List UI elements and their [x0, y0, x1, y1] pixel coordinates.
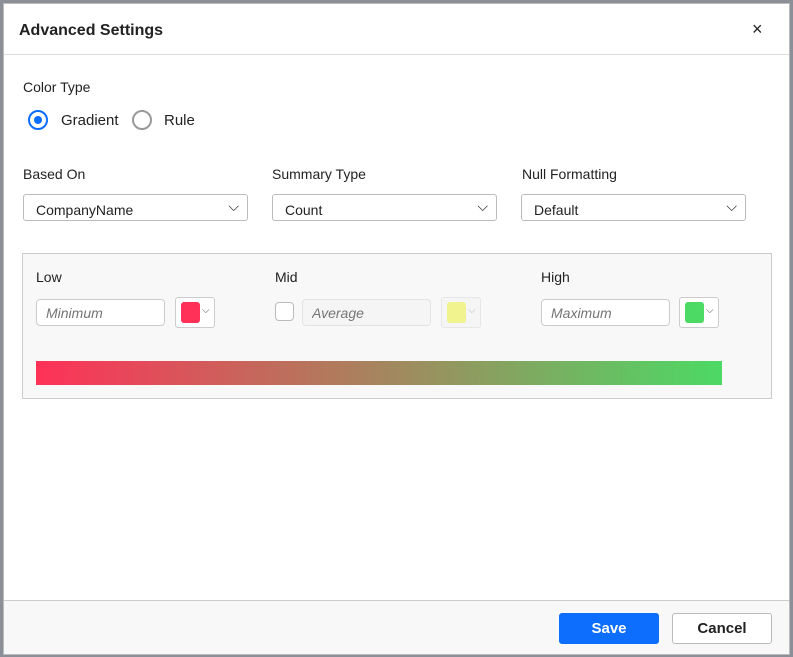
summary-type-label: Summary Type: [272, 166, 366, 182]
color-swatch: [181, 302, 200, 323]
high-color-picker[interactable]: ⌵: [679, 297, 719, 328]
dropdown-value: CompanyName: [36, 202, 134, 218]
null-formatting-dropdown[interactable]: Default ⌵: [521, 194, 746, 221]
gradient-preview-bar: [36, 361, 722, 385]
radio-label: Gradient: [61, 112, 119, 129]
high-label: High: [541, 269, 570, 285]
chevron-down-icon: ⌵: [726, 198, 737, 214]
mid-value-input[interactable]: [302, 299, 431, 326]
low-label: Low: [36, 269, 62, 285]
chevron-down-icon: ⌵: [202, 305, 210, 316]
summary-type-dropdown[interactable]: Count ⌵: [272, 194, 497, 221]
radio-button[interactable]: [28, 110, 48, 130]
color-swatch: [685, 302, 704, 323]
color-swatch: [447, 302, 466, 323]
gradient-panel: Low ⌵ Mid ⌵ High ⌵: [22, 253, 772, 399]
dialog-header: Advanced Settings ×: [4, 4, 789, 55]
radio-label: Rule: [164, 112, 195, 129]
advanced-settings-dialog: Advanced Settings × Color Type Gradient …: [3, 3, 790, 655]
mid-label: Mid: [275, 269, 298, 285]
chevron-down-icon: ⌵: [477, 198, 488, 214]
mid-color-picker[interactable]: ⌵: [441, 297, 481, 328]
save-button[interactable]: Save: [559, 613, 659, 644]
dialog-title: Advanced Settings: [19, 22, 164, 39]
color-type-label: Color Type: [23, 79, 91, 95]
cancel-button[interactable]: Cancel: [672, 613, 772, 644]
dropdown-value: Count: [285, 202, 323, 218]
chevron-down-icon: ⌵: [228, 198, 239, 214]
high-value-input[interactable]: [541, 299, 670, 326]
close-icon[interactable]: ×: [752, 19, 763, 40]
chevron-down-icon: ⌵: [468, 305, 476, 316]
chevron-down-icon: ⌵: [706, 305, 714, 316]
based-on-label: Based On: [23, 166, 86, 182]
low-color-picker[interactable]: ⌵: [175, 297, 215, 328]
radio-button[interactable]: [132, 110, 152, 130]
mid-enable-checkbox[interactable]: [275, 302, 294, 321]
null-formatting-label: Null Formatting: [522, 166, 617, 182]
low-value-input[interactable]: [36, 299, 165, 326]
dialog-footer: Save Cancel: [4, 600, 789, 654]
based-on-dropdown[interactable]: CompanyName ⌵: [23, 194, 248, 221]
dropdown-value: Default: [534, 202, 579, 218]
